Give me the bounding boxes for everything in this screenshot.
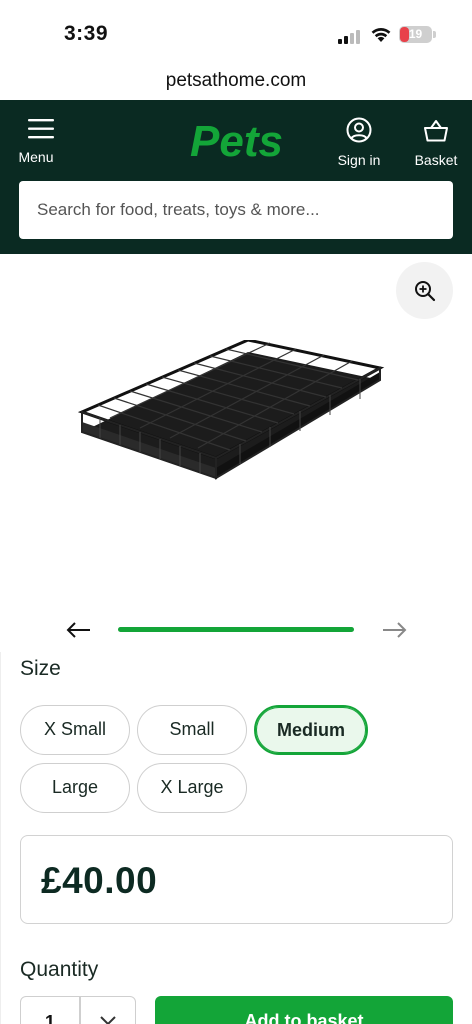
battery-icon: 19 [399, 26, 432, 43]
quantity-title: Quantity [20, 958, 99, 981]
size-option-medium[interactable]: Medium [254, 705, 368, 755]
gallery-progress [118, 627, 354, 632]
menu-label: Menu [18, 149, 54, 165]
hamburger-icon [27, 119, 54, 139]
size-option-x-large[interactable]: X Large [137, 763, 247, 813]
battery-level: 19 [408, 27, 423, 41]
arrow-left-icon[interactable] [64, 620, 92, 640]
pets-logo-image: Pets [190, 117, 283, 166]
arrow-right-icon[interactable] [381, 620, 409, 640]
basket-icon [424, 120, 448, 142]
site-header: Menu Pets Sign in Basket [0, 100, 472, 254]
search-input[interactable] [19, 181, 453, 239]
price-box: £40.00 [20, 835, 453, 924]
wifi-icon [371, 28, 391, 42]
size-title: Size [20, 657, 61, 680]
user-icon [346, 117, 372, 143]
product-image[interactable] [70, 340, 390, 490]
quantity-value: 1 [44, 1012, 55, 1024]
url-text: petsathome.com [165, 70, 307, 91]
pets-logo[interactable]: Pets [188, 116, 288, 166]
pets-logo-text: Pets [190, 117, 283, 164]
cellular-signal-icon [338, 28, 362, 44]
quantity-select[interactable]: 1 [20, 996, 136, 1024]
battery-cap [433, 31, 436, 38]
basket-label: Basket [414, 152, 458, 168]
sign-in-label: Sign in [337, 152, 381, 168]
add-to-basket-button[interactable]: Add to basket [155, 996, 453, 1024]
menu-button[interactable]: Menu [14, 114, 58, 165]
zoom-button[interactable] [396, 262, 453, 319]
sign-in-button[interactable]: Sign in [332, 114, 386, 168]
status-bar: 3:39 19 [0, 0, 472, 62]
zoom-in-icon [414, 280, 435, 301]
size-option-large[interactable]: Large [20, 763, 130, 813]
image-carousel-controls [0, 610, 472, 650]
size-option-x-small[interactable]: X Small [20, 705, 130, 755]
chevron-down-icon [100, 1016, 116, 1024]
basket-button[interactable]: Basket [410, 114, 462, 168]
price: £40.00 [41, 860, 158, 901]
size-option-small[interactable]: Small [137, 705, 247, 755]
url-bar[interactable]: petsathome.com [0, 62, 472, 100]
quantity-divider [79, 997, 81, 1024]
gallery-progress-fill [118, 627, 354, 632]
status-time: 3:39 [64, 22, 109, 45]
